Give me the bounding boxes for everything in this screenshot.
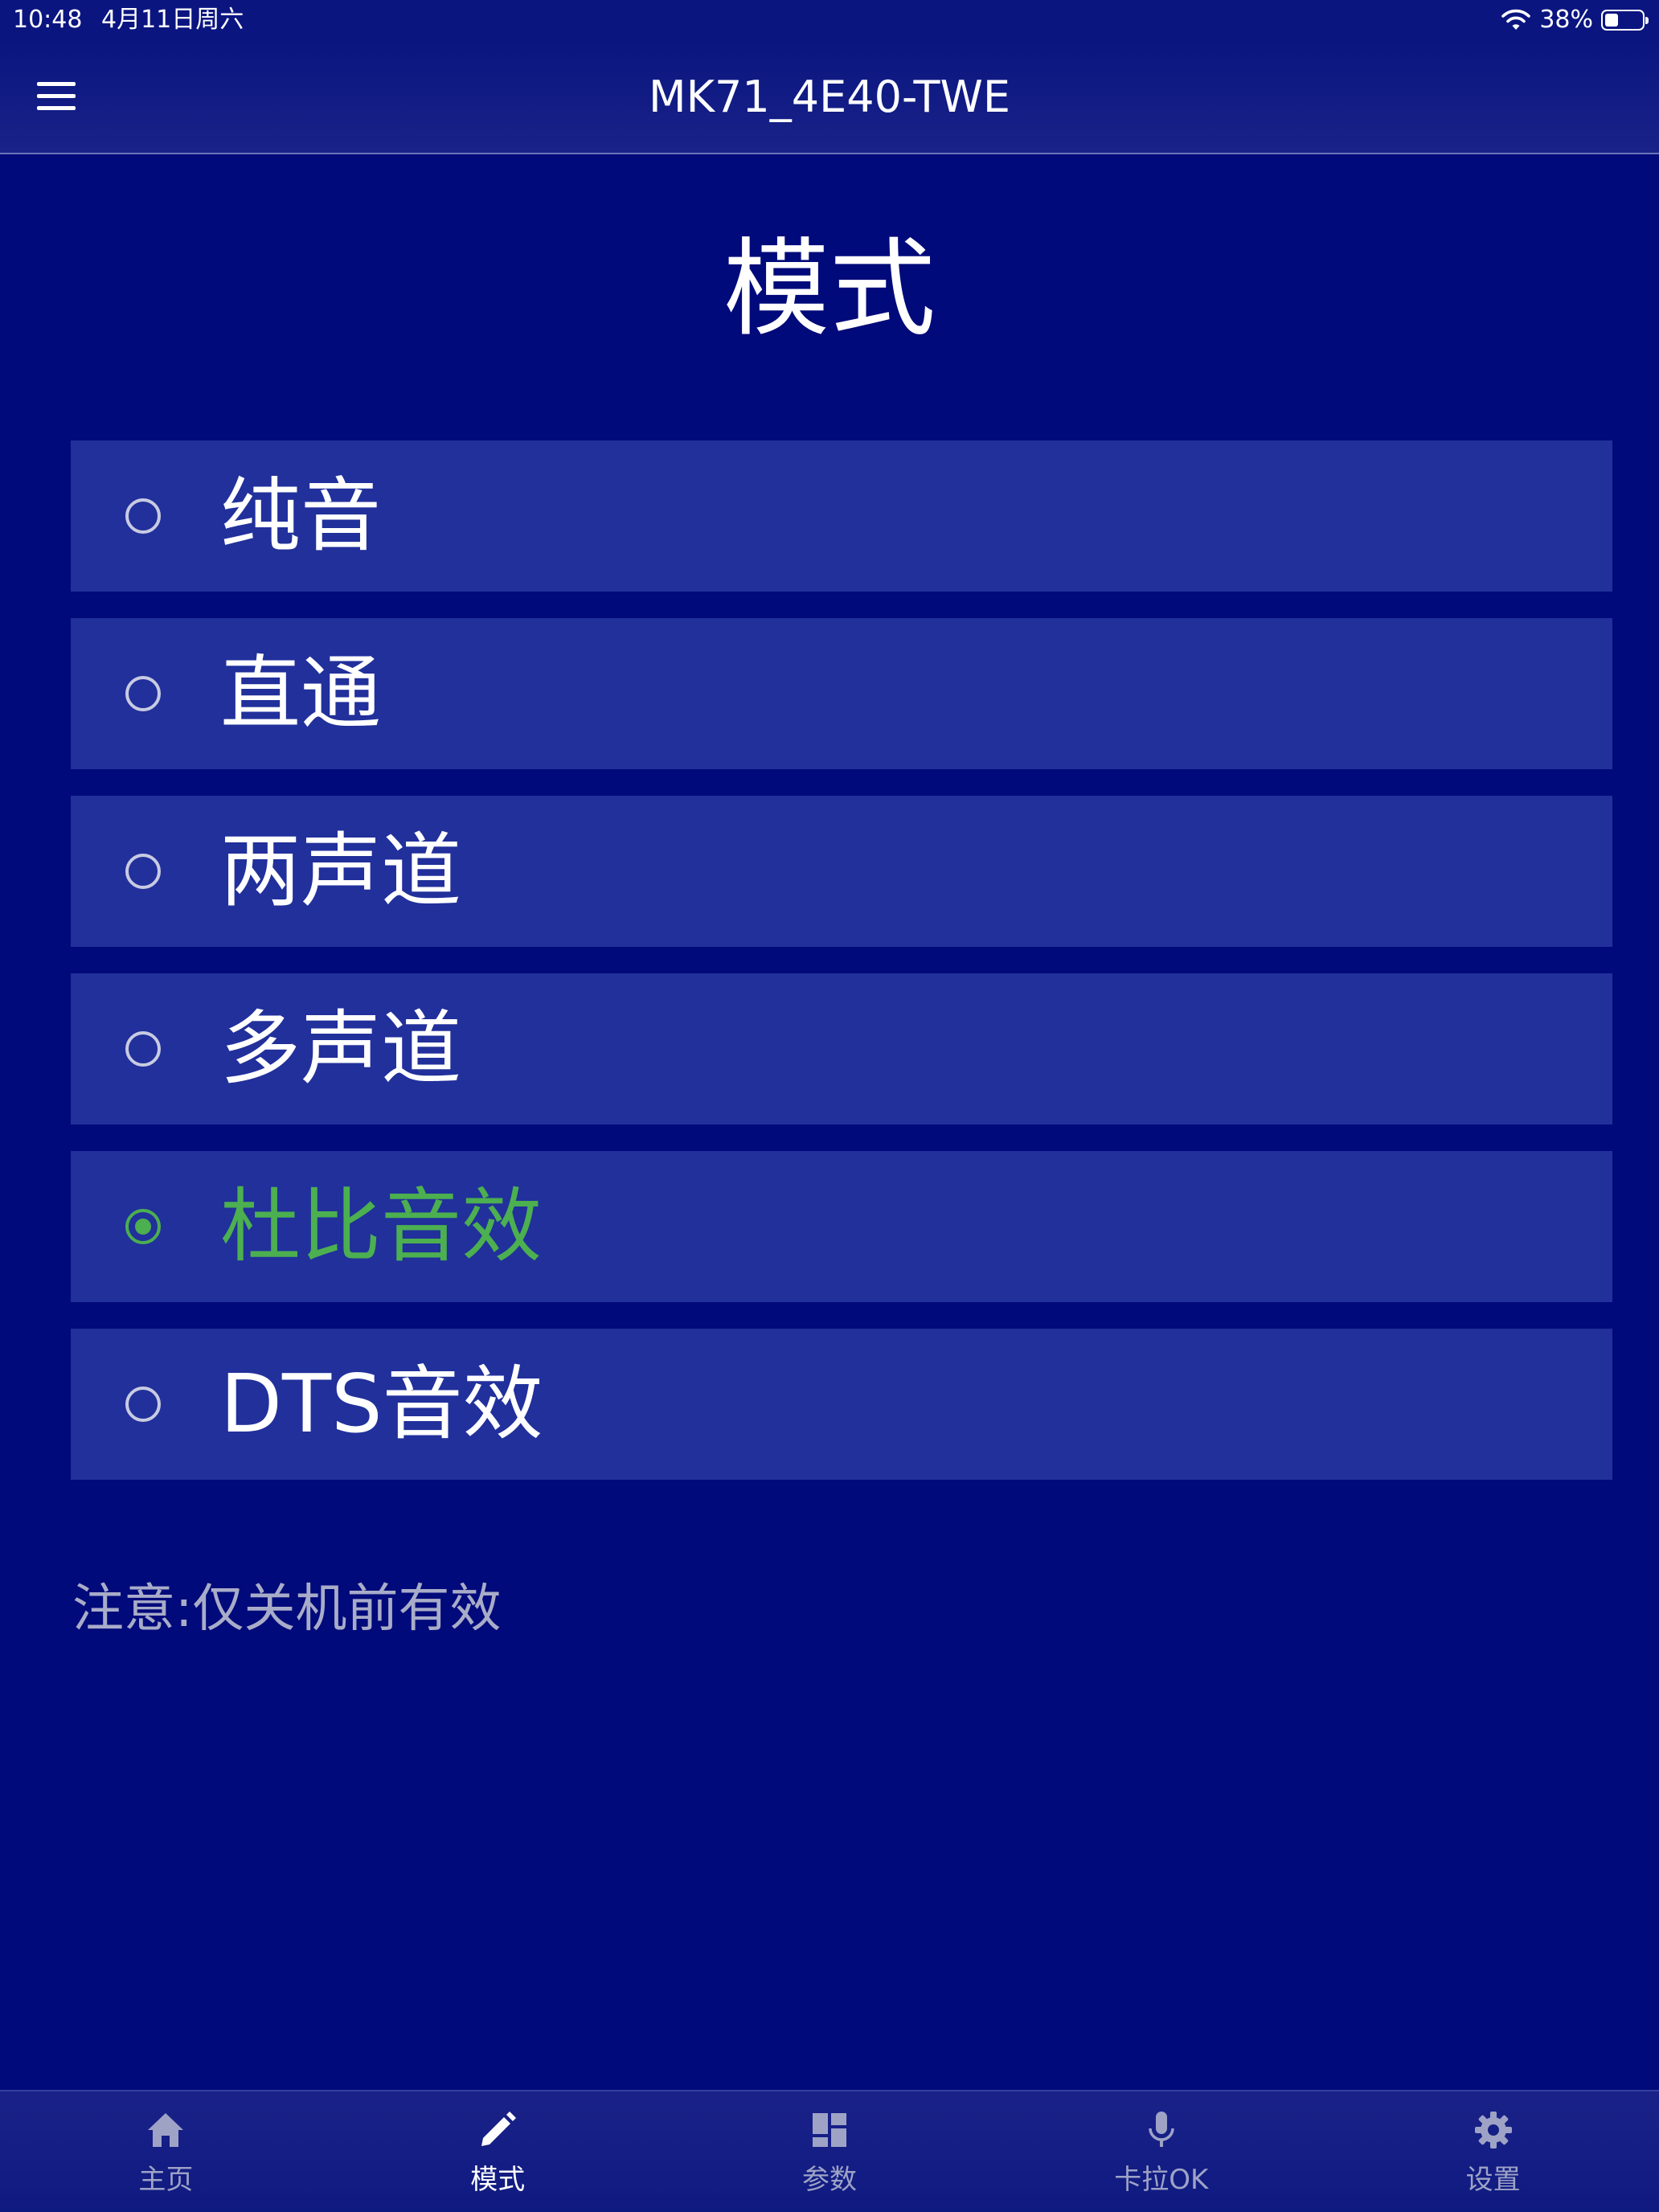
bottom-tab-bar: 主页 模式 参数 卡拉OK 设置 — [0, 2090, 1659, 2212]
wifi-icon — [1501, 9, 1531, 30]
mode-option-label: 直通 — [220, 646, 381, 740]
mode-option-label: DTS音效 — [220, 1357, 543, 1451]
app-screen: 10:48 4月11日周六 38% MK71_4E40-TWE 模式 纯音 直通… — [0, 0, 1659, 2212]
dashboard-icon — [812, 2113, 846, 2147]
mode-option-label: 两声道 — [220, 824, 461, 918]
radio-button-icon[interactable] — [125, 498, 161, 534]
mode-option-two-channel[interactable]: 两声道 — [71, 796, 1612, 947]
navigation-bar: MK71_4E40-TWE — [0, 40, 1659, 154]
tab-label: 卡拉OK — [1114, 2164, 1209, 2196]
mode-option-label: 多声道 — [220, 1002, 461, 1096]
radio-button-icon[interactable] — [125, 676, 161, 711]
pencil-icon — [481, 2112, 517, 2146]
radio-button-icon[interactable] — [125, 1031, 161, 1067]
tab-parameters[interactable]: 参数 — [664, 2091, 996, 2212]
mode-option-label: 纯音 — [220, 469, 381, 563]
tab-label: 模式 — [470, 2164, 526, 2196]
tab-karaoke[interactable]: 卡拉OK — [995, 2091, 1327, 2212]
radio-button-selected-icon[interactable] — [125, 1209, 161, 1244]
battery-percentage: 38% — [1539, 6, 1593, 34]
home-icon — [148, 2113, 184, 2147]
radio-button-icon[interactable] — [125, 854, 161, 889]
page-title: 模式 — [723, 227, 936, 351]
mode-option-multi-channel[interactable]: 多声道 — [71, 973, 1612, 1124]
status-indicators: 38% — [1501, 5, 1649, 35]
device-title: MK71_4E40-TWE — [649, 72, 1010, 122]
mode-option-label: 杜比音效 — [220, 1179, 542, 1273]
tab-label: 主页 — [138, 2164, 194, 2196]
status-date: 4月11日周六 — [101, 6, 244, 34]
mode-option-direct[interactable]: 直通 — [71, 618, 1612, 769]
mode-option-dts[interactable]: DTS音效 — [71, 1329, 1612, 1480]
mode-option-list: 纯音 直通 两声道 多声道 杜比音效 DTS音效 — [71, 440, 1612, 1506]
tab-label: 参数 — [801, 2164, 857, 2196]
status-time: 10:48 — [13, 6, 83, 34]
microphone-icon — [1149, 2112, 1174, 2147]
mode-option-pure-audio[interactable]: 纯音 — [71, 440, 1612, 592]
radio-button-icon[interactable] — [125, 1387, 161, 1422]
mode-option-dolby[interactable]: 杜比音效 — [71, 1151, 1612, 1302]
tab-settings[interactable]: 设置 — [1327, 2091, 1659, 2212]
battery-icon — [1601, 10, 1649, 31]
status-bar: 10:48 4月11日周六 38% — [0, 0, 1659, 40]
tab-home[interactable]: 主页 — [0, 2091, 332, 2212]
note-text: 注意:仅关机前有效 — [72, 1579, 502, 1639]
gear-icon — [1474, 2112, 1512, 2149]
battery-level — [1605, 14, 1618, 27]
tab-label: 设置 — [1465, 2164, 1521, 2196]
tab-mode[interactable]: 模式 — [332, 2091, 664, 2212]
